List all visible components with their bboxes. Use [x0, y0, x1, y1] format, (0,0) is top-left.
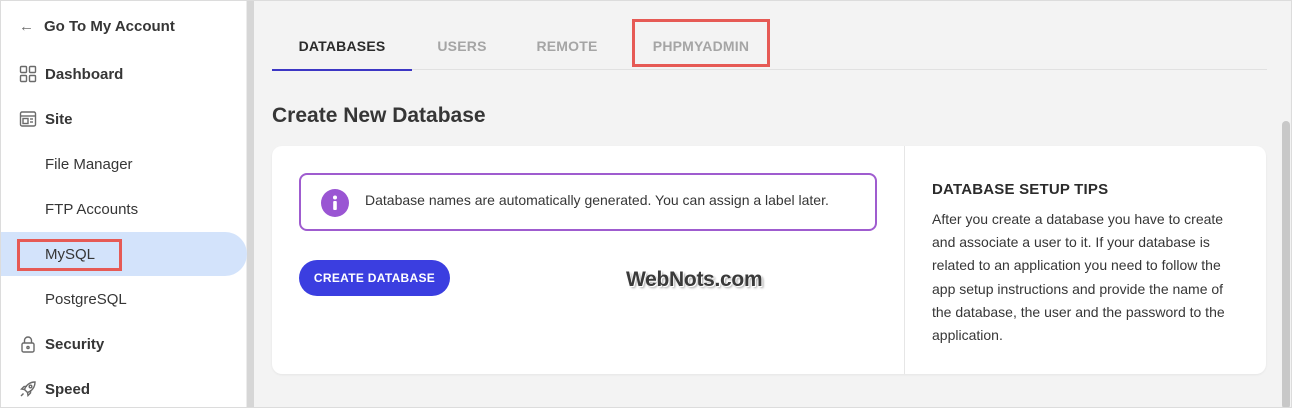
watermark: WebNots.com [626, 268, 763, 291]
sidebar-item-label: Speed [45, 380, 91, 398]
sidebar-scrollbar[interactable] [247, 1, 254, 407]
highlight-box-mysql [17, 239, 122, 271]
sidebar-item-dashboard[interactable]: Dashboard [1, 52, 247, 96]
tips-body: After you create a database you have to … [932, 211, 1225, 344]
arrow-left-icon: ← [19, 17, 34, 35]
info-icon [321, 189, 349, 217]
create-database-card: Database names are automatically generat… [272, 146, 1266, 374]
main-scrollbar[interactable] [1282, 121, 1290, 407]
page-title: Create New Database [272, 104, 486, 127]
tab-label: USERS [437, 37, 487, 54]
highlight-box-phpmyadmin [632, 19, 770, 67]
sidebar-item-postgresql[interactable]: PostgreSQL [1, 277, 247, 321]
sidebar-item-label: Dashboard [45, 65, 124, 83]
tips-title: DATABASE SETUP TIPS [932, 181, 1109, 198]
tab-users[interactable]: USERS [412, 21, 512, 70]
site-icon [19, 110, 37, 128]
sidebar-item-label: FTP Accounts [45, 200, 139, 218]
tab-label: DATABASES [298, 37, 386, 54]
notice-text: Database names are automatically generat… [365, 192, 829, 208]
go-to-account-label: Go To My Account [44, 17, 175, 35]
sidebar-item-security[interactable]: Security [1, 322, 247, 366]
sidebar-item-label: Security [45, 335, 105, 353]
go-to-account-link[interactable]: ← Go To My Account [19, 15, 175, 37]
app-window: ← Go To My Account Dashboard Site File M… [0, 0, 1292, 408]
sidebar-item-ftp-accounts[interactable]: FTP Accounts [1, 187, 247, 231]
sidebar-item-label: PostgreSQL [45, 290, 127, 308]
sidebar: ← Go To My Account Dashboard Site File M… [1, 1, 247, 407]
card-divider [904, 146, 905, 374]
rocket-icon [19, 380, 37, 398]
grid-icon [19, 65, 37, 83]
lock-icon [19, 335, 37, 353]
sidebar-item-label: File Manager [45, 155, 133, 173]
create-database-button[interactable]: CREATE DATABASE [299, 260, 450, 296]
tab-label: REMOTE [536, 37, 598, 54]
tab-databases[interactable]: DATABASES [272, 21, 412, 71]
tab-remote[interactable]: REMOTE [512, 21, 622, 70]
sidebar-item-file-manager[interactable]: File Manager [1, 142, 247, 186]
sidebar-item-site[interactable]: Site [1, 97, 247, 141]
sidebar-item-label: Site [45, 110, 73, 128]
info-notice: Database names are automatically generat… [299, 173, 877, 231]
sidebar-item-speed[interactable]: Speed [1, 367, 247, 407]
